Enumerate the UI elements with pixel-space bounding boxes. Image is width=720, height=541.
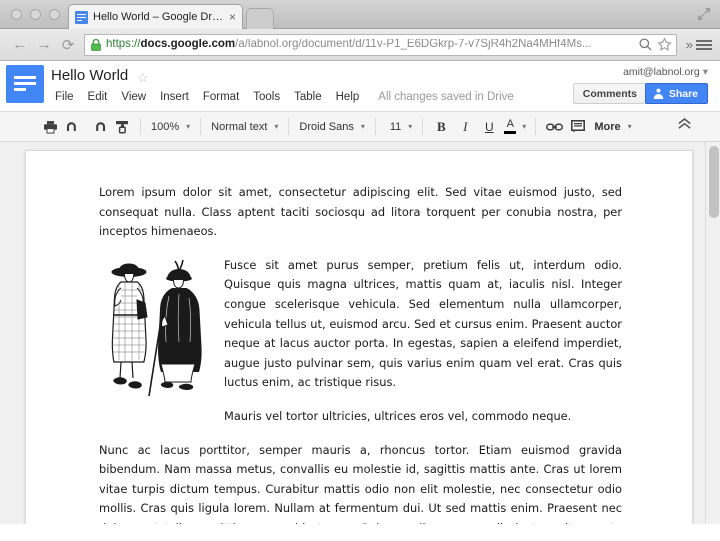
scrollbar-thumb[interactable] xyxy=(709,146,719,218)
zoom-value: 100% xyxy=(151,121,179,133)
docs-header: Hello World ☆ File Edit View Insert Form… xyxy=(0,61,720,112)
redo-icon[interactable] xyxy=(86,116,110,138)
chrome-menu-icon[interactable] xyxy=(696,38,712,52)
share-button[interactable]: Share xyxy=(645,83,708,104)
toolbar-divider xyxy=(288,118,289,135)
fullscreen-icon[interactable] xyxy=(697,7,711,21)
link-icon[interactable] xyxy=(542,116,566,138)
star-icon[interactable]: ☆ xyxy=(137,70,149,86)
google-docs-favicon-icon xyxy=(75,11,88,24)
toolbar-divider xyxy=(535,118,536,135)
window-minimize-button[interactable] xyxy=(30,9,41,20)
account-email[interactable]: amit@labnol.org▾ xyxy=(623,66,708,78)
toolbar-divider xyxy=(422,118,423,135)
chevron-down-icon: ▾ xyxy=(186,122,190,131)
more-options-button[interactable]: More ▾ xyxy=(590,116,635,138)
docs-menu-bar: File Edit View Insert Format Tools Table… xyxy=(48,89,514,105)
menu-item-edit[interactable]: Edit xyxy=(81,89,115,105)
menu-item-file[interactable]: File xyxy=(48,89,81,105)
window-close-button[interactable] xyxy=(11,9,22,20)
new-tab-button[interactable] xyxy=(246,8,274,29)
chevron-down-icon: ▾ xyxy=(361,122,365,131)
back-icon[interactable]: ← xyxy=(8,33,32,57)
document-title[interactable]: Hello World xyxy=(51,67,128,84)
underline-button[interactable]: U xyxy=(477,116,501,138)
url-separator: :// xyxy=(131,39,141,50)
toolbar-divider xyxy=(200,118,201,135)
chevron-down-icon: ▾ xyxy=(408,122,412,131)
paint-format-icon[interactable] xyxy=(110,116,134,138)
text-color-swatch xyxy=(504,131,516,134)
lock-icon xyxy=(91,39,101,51)
address-bar[interactable]: https://docs.google.com/a/labnol.org/doc… xyxy=(84,34,677,56)
bold-button[interactable]: B xyxy=(429,116,453,138)
browser-window: Hello World – Google Drive × ← → ⟳ https… xyxy=(0,0,720,541)
menu-item-tools[interactable]: Tools xyxy=(246,89,287,105)
collapse-toolbar-icon[interactable] xyxy=(677,118,692,133)
document-canvas: Lorem ipsum dolor sit amet, consectetur … xyxy=(0,142,720,524)
menu-item-table[interactable]: Table xyxy=(287,89,329,105)
comments-button-label: Comments xyxy=(583,88,637,100)
font-family-select[interactable]: Droid Sans ▾ xyxy=(295,116,368,138)
menu-item-insert[interactable]: Insert xyxy=(153,89,196,105)
print-icon[interactable] xyxy=(38,116,62,138)
chevron-down-icon: ▾ xyxy=(703,66,708,78)
search-icon[interactable] xyxy=(638,37,653,52)
account-email-text: amit@labnol.org xyxy=(623,66,700,78)
bold-label: B xyxy=(437,119,446,135)
font-family-value: Droid Sans xyxy=(299,121,353,133)
save-status-text: All changes saved in Drive xyxy=(366,91,514,103)
vintage-fashion-illustration-image[interactable] xyxy=(99,258,206,408)
comment-icon[interactable] xyxy=(566,116,590,138)
browser-navigation-bar: ← → ⟳ https://docs.google.com/a/labnol.o… xyxy=(0,29,720,61)
url-scheme: https xyxy=(106,39,131,50)
document-scrollbar[interactable] xyxy=(705,142,720,524)
text-color-button[interactable]: A xyxy=(501,116,519,138)
paragraph-style-select[interactable]: Normal text ▾ xyxy=(207,116,282,138)
window-maximize-button[interactable] xyxy=(49,9,60,20)
text-color-label: A xyxy=(507,119,514,130)
undo-icon[interactable] xyxy=(62,116,86,138)
menu-item-format[interactable]: Format xyxy=(196,89,246,105)
chevron-down-icon: ▾ xyxy=(274,122,278,131)
tab-strip: Hello World – Google Drive × xyxy=(0,0,720,29)
toolbar-divider xyxy=(375,118,376,135)
underline-label: U xyxy=(485,120,494,134)
comments-button[interactable]: Comments xyxy=(573,83,647,104)
share-button-label: Share xyxy=(669,88,698,100)
chevron-down-icon: ▾ xyxy=(628,122,632,131)
forward-icon[interactable]: → xyxy=(32,33,56,57)
docs-toolbar: 100% ▾ Normal text ▾ Droid Sans ▾ 11 ▾ B… xyxy=(0,112,720,142)
tab-title: Hello World – Google Drive xyxy=(93,11,225,23)
font-size-value: 11 xyxy=(390,121,401,133)
document-paragraph: Nunc ac lacus porttitor, semper mauris a… xyxy=(99,441,622,524)
menu-item-view[interactable]: View xyxy=(114,89,153,105)
url-path: /a/labnol.org/document/d/11v-P1_E6DGkrp-… xyxy=(235,39,591,50)
google-docs-logo-icon[interactable] xyxy=(6,65,44,103)
document-page[interactable]: Lorem ipsum dolor sit amet, consectetur … xyxy=(25,150,693,524)
bookmark-star-icon[interactable] xyxy=(657,37,672,52)
document-paragraph: Mauris vel tortor ultricies, ultrices er… xyxy=(99,407,622,427)
close-icon[interactable]: × xyxy=(229,11,236,23)
person-lock-icon xyxy=(653,88,664,100)
toolbar-overflow-icon[interactable]: » xyxy=(686,37,693,52)
url-host: docs.google.com xyxy=(141,39,236,50)
reload-icon[interactable]: ⟳ xyxy=(56,33,80,57)
document-paragraph: Lorem ipsum dolor sit amet, consectetur … xyxy=(99,183,622,242)
menu-item-help[interactable]: Help xyxy=(329,89,367,105)
text-color-caret[interactable]: ▾ xyxy=(519,116,529,138)
chevron-down-icon: ▾ xyxy=(522,122,526,131)
italic-label: I xyxy=(463,119,467,135)
font-size-select[interactable]: 11 ▾ xyxy=(382,116,416,138)
italic-button[interactable]: I xyxy=(453,116,477,138)
toolbar-divider xyxy=(140,118,141,135)
url-text: https://docs.google.com/a/labnol.org/doc… xyxy=(106,39,634,51)
browser-tab[interactable]: Hello World – Google Drive × xyxy=(68,4,243,29)
zoom-select[interactable]: 100% ▾ xyxy=(147,116,194,138)
paragraph-style-value: Normal text xyxy=(211,121,267,133)
more-label: More xyxy=(594,121,620,133)
